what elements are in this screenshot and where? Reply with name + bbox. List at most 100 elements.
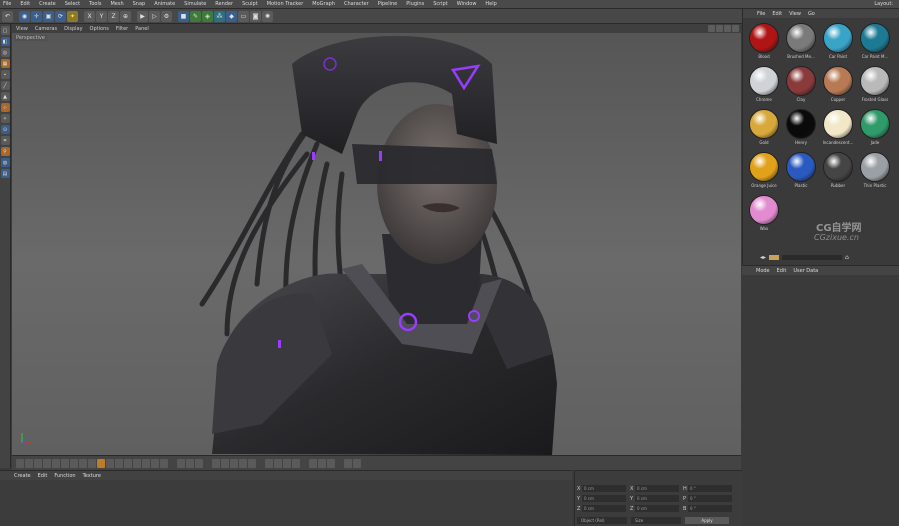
menu-mesh[interactable]: Mesh <box>110 1 123 7</box>
fcurve-icon[interactable] <box>283 458 291 468</box>
menu-plugins[interactable]: Plugins <box>406 1 424 7</box>
cb-menu-file[interactable]: File <box>757 11 765 17</box>
timeline-slot[interactable] <box>16 458 24 468</box>
timeline-slot[interactable] <box>43 458 51 468</box>
render-view-icon[interactable]: ▶ <box>137 10 148 22</box>
coord-mode-dropdown[interactable]: Object (Rel) <box>577 517 627 524</box>
light-icon[interactable]: ✺ <box>262 10 273 22</box>
y-axis-icon[interactable]: Y <box>96 10 107 22</box>
settings-icon[interactable] <box>353 458 361 468</box>
dopesheet-icon[interactable] <box>292 458 300 468</box>
coord-size-dropdown[interactable]: Size <box>631 517 681 524</box>
cb-menu-view[interactable]: View <box>789 11 801 17</box>
material-preset[interactable]: Blood <box>746 23 782 63</box>
go-end-icon[interactable] <box>160 458 168 468</box>
live-selection-icon[interactable]: ◉ <box>19 10 30 22</box>
menu-window[interactable]: Window <box>457 1 477 7</box>
material-preset[interactable]: Rubber <box>820 152 856 192</box>
apply-button[interactable]: Apply <box>685 517 729 524</box>
timeline-slot[interactable] <box>88 458 96 468</box>
layer-icon[interactable] <box>327 458 335 468</box>
motion-clip-icon[interactable] <box>318 458 326 468</box>
workplane-icon[interactable]: ▦ <box>0 59 10 68</box>
points-mode-icon[interactable]: ∙ <box>0 70 10 79</box>
material-preset[interactable]: Car Paint M... <box>857 23 893 63</box>
texture-mode-icon[interactable]: ◎ <box>0 48 10 57</box>
move-icon[interactable]: ✛ <box>31 10 42 22</box>
material-preset[interactable]: Incandescent... <box>820 109 856 149</box>
pla-key-icon[interactable] <box>248 458 256 468</box>
material-swatch[interactable] <box>860 109 890 139</box>
slider-knob[interactable] <box>769 254 780 260</box>
spline-pen-icon[interactable]: ✎ <box>190 10 201 22</box>
camera-icon[interactable]: ◙ <box>250 10 261 22</box>
material-swatch[interactable] <box>860 23 890 53</box>
perspective-viewport[interactable]: View Cameras Display Options Filter Pane… <box>12 24 741 455</box>
timeline-slot[interactable] <box>79 458 87 468</box>
material-preset[interactable]: Brushed Me... <box>783 23 819 63</box>
material-swatch[interactable] <box>749 109 779 139</box>
model-mode-icon[interactable]: ◧ <box>0 37 10 46</box>
material-preset[interactable]: Wax <box>746 195 782 235</box>
z-axis-icon[interactable]: Z <box>108 10 119 22</box>
attr-menu-edit[interactable]: Edit <box>777 268 787 274</box>
motion-system-icon[interactable] <box>309 458 317 468</box>
menu-animate[interactable]: Animate <box>154 1 175 7</box>
go-start-icon[interactable] <box>106 458 114 468</box>
material-preset[interactable]: Orange Juice <box>746 152 782 192</box>
coord-size-y[interactable]: Y0 cm <box>630 495 679 502</box>
slider-track[interactable] <box>782 254 843 260</box>
material-preset[interactable]: Jade <box>857 109 893 149</box>
rotation-key-icon[interactable] <box>230 458 238 468</box>
coord-rot-h[interactable]: H0 ° <box>683 485 732 492</box>
floor-icon[interactable]: ▭ <box>238 10 249 22</box>
make-editable-icon[interactable]: ▢ <box>0 26 10 35</box>
axis-mode-icon[interactable]: ⊹ <box>0 103 10 112</box>
material-preset[interactable]: Thin Plastic <box>857 152 893 192</box>
param-key-icon[interactable] <box>239 458 247 468</box>
material-swatch[interactable] <box>823 23 853 53</box>
material-preset[interactable]: Copper <box>820 66 856 106</box>
play-icon[interactable] <box>133 458 141 468</box>
render-settings-icon[interactable]: ⚙ <box>161 10 172 22</box>
menu-script[interactable]: Script <box>433 1 448 7</box>
menu-edit[interactable]: Edit <box>20 1 30 7</box>
menu-sculpt[interactable]: Sculpt <box>242 1 258 7</box>
interpolation-icon[interactable] <box>265 458 273 468</box>
menu-mograph[interactable]: MoGraph <box>312 1 335 7</box>
coordinate-system-icon[interactable]: ⊕ <box>120 10 131 22</box>
coord-pos-y[interactable]: Y0 cm <box>577 495 626 502</box>
timeline-slot[interactable] <box>25 458 33 468</box>
material-preset[interactable]: Gold <box>746 109 782 149</box>
next-frame-icon[interactable] <box>142 458 150 468</box>
prev-key-icon[interactable] <box>115 458 123 468</box>
menu-motion-tracker[interactable]: Motion Tracker <box>267 1 304 7</box>
autokey-icon[interactable] <box>186 458 194 468</box>
coord-pos-x[interactable]: X0 cm <box>577 485 626 492</box>
recent-tools-icon[interactable]: ✦ <box>67 10 78 22</box>
mat-menu-create[interactable]: Create <box>14 473 31 479</box>
edges-mode-icon[interactable]: ╱ <box>0 81 10 90</box>
polygons-mode-icon[interactable]: ▲ <box>0 92 10 101</box>
sound-icon[interactable] <box>344 458 352 468</box>
material-swatch[interactable] <box>823 152 853 182</box>
material-preset[interactable]: Clay <box>783 66 819 106</box>
material-swatch[interactable] <box>786 109 816 139</box>
material-swatch[interactable] <box>786 23 816 53</box>
quantize-icon[interactable]: ⌗ <box>0 136 10 145</box>
cb-menu-edit[interactable]: Edit <box>772 11 782 17</box>
prev-frame-icon[interactable] <box>124 458 132 468</box>
menu-pipeline[interactable]: Pipeline <box>378 1 398 7</box>
material-preset[interactable]: Car Paint <box>820 23 856 63</box>
menu-create[interactable]: Create <box>39 1 56 7</box>
next-key-icon[interactable] <box>151 458 159 468</box>
menu-character[interactable]: Character <box>344 1 369 7</box>
material-swatch[interactable] <box>749 23 779 53</box>
material-swatch[interactable] <box>860 66 890 96</box>
attr-menu-mode[interactable]: Mode <box>756 268 770 274</box>
scale-key-icon[interactable] <box>221 458 229 468</box>
rotate-icon[interactable]: ⟳ <box>55 10 66 22</box>
x-axis-icon[interactable]: X <box>84 10 95 22</box>
material-preset[interactable]: Chrome <box>746 66 782 106</box>
grid-icon[interactable]: ▤ <box>0 169 10 178</box>
